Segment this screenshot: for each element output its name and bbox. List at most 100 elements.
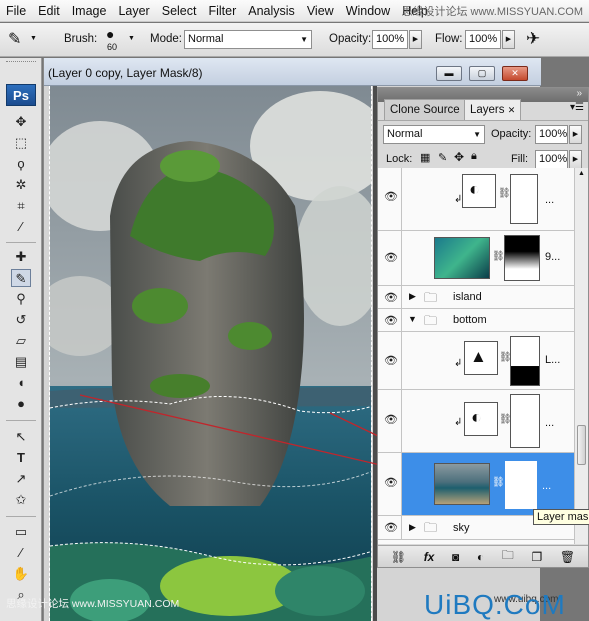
move-icon[interactable]: ✥ xyxy=(11,113,31,131)
flow-field[interactable]: 100% xyxy=(465,30,501,49)
adjustment-icon: ◐ xyxy=(471,407,482,427)
chevron-right-icon[interactable]: ▶ xyxy=(409,522,416,533)
tool-preset-arrow-icon[interactable]: ▼ xyxy=(30,35,37,42)
document-title: (Layer 0 copy, Layer Mask/8) xyxy=(48,66,203,80)
history-brush-icon[interactable]: ↺ xyxy=(11,311,31,329)
visibility-eye-icon[interactable]: 👁︎ xyxy=(384,291,398,304)
layer-row[interactable]: 👁︎ ↲ ◐ ⛓ ... xyxy=(378,168,574,231)
menu-layer[interactable]: Layer xyxy=(112,0,155,22)
fill-arrow-icon[interactable]: ▶ xyxy=(569,150,582,169)
eyedropper-icon[interactable]: ∕ xyxy=(11,218,31,236)
image-canvas[interactable] xyxy=(49,86,372,621)
opacity-label: Opacity: xyxy=(329,33,372,45)
magic-wand-icon[interactable]: ✲ xyxy=(11,176,31,194)
visibility-eye-icon[interactable]: 👁︎ xyxy=(384,251,398,264)
fill-field[interactable]: 100% xyxy=(535,150,568,169)
lock-all-icon[interactable]: 🔒︎ xyxy=(471,150,477,163)
panel-menu-icon[interactable]: ▾☰ xyxy=(570,102,584,113)
mask-thumb xyxy=(505,461,537,509)
layers-list: 👁︎ ↲ ◐ ⛓ ... 👁︎ ⛓ 9... 👁︎ ▶ 🗀 island 👁︎ … xyxy=(378,168,574,544)
lock-transparent-icon[interactable]: ▦ xyxy=(420,151,430,164)
visibility-eye-icon[interactable]: 👁︎ xyxy=(384,413,398,426)
scroll-up-icon[interactable]: ▲ xyxy=(578,170,585,177)
opacity-arrow-icon[interactable]: ▶ xyxy=(409,30,422,49)
fx-icon[interactable]: fx xyxy=(424,550,435,564)
visibility-eye-icon[interactable]: 👁︎ xyxy=(384,354,398,367)
eraser-icon[interactable]: ▱ xyxy=(11,332,31,350)
minimize-button[interactable]: ▬ xyxy=(436,66,462,81)
close-button[interactable]: ✕ xyxy=(502,66,528,81)
chevron-down-icon[interactable]: ▼ xyxy=(408,314,417,324)
blur-icon[interactable]: ◖ xyxy=(11,374,31,392)
maximize-button[interactable]: ▢ xyxy=(469,66,495,81)
brush-tool-icon[interactable]: ✎ xyxy=(8,29,21,49)
layer-row[interactable]: 👁︎ ↲ ▲ ⛓ L... xyxy=(378,332,574,390)
tab-layers[interactable]: Layers ✕ xyxy=(464,99,522,120)
link-icon[interactable]: ⛓ xyxy=(391,550,406,564)
layer-row[interactable]: 👁︎ ⛓ 9... xyxy=(378,231,574,286)
brush-picker-arrow-icon[interactable]: ▼ xyxy=(128,35,135,42)
brush-icon[interactable]: ✎ xyxy=(11,269,31,287)
menu-analysis[interactable]: Analysis xyxy=(242,0,301,22)
path-select-icon[interactable]: ↖ xyxy=(11,428,31,446)
layers-scrollbar[interactable]: ▲ xyxy=(574,168,588,544)
menu-edit[interactable]: Edit xyxy=(32,0,66,22)
watermark-bottom-right: UiBQ.CoM xyxy=(424,589,566,620)
flow-arrow-icon[interactable]: ▶ xyxy=(502,30,515,49)
chevron-down-icon: ▼ xyxy=(473,130,481,139)
menu-image[interactable]: Image xyxy=(66,0,113,22)
layer-opacity-arrow-icon[interactable]: ▶ xyxy=(569,125,582,144)
blend-mode-select[interactable]: Normal ▼ xyxy=(383,125,485,144)
dodge-icon[interactable]: ● xyxy=(11,395,31,413)
folder-icon: 🗀 xyxy=(424,313,438,328)
trash-icon[interactable]: 🗑︎ xyxy=(560,550,575,564)
layer-row[interactable]: 👁︎ ▼ 🗀 bottom xyxy=(378,309,574,332)
layer-name: ... xyxy=(542,480,552,492)
fill-label: Fill: xyxy=(511,153,529,165)
layer-row-selected[interactable]: 👁︎ ⛓ ... xyxy=(378,453,574,516)
tools-panel: Ps ✥ ⬚ ϙ ✲ ⌗ ∕ ✚ ✎ ⚲ ↺ ▱ ▤ ◖ ● ↖ T ↗ ✩ ▭… xyxy=(0,58,42,621)
layer-opacity-field[interactable]: 100% xyxy=(535,125,568,144)
mask-icon[interactable]: ◙ xyxy=(452,550,459,564)
hand-icon[interactable]: ✋ xyxy=(11,565,31,583)
direct-select-icon[interactable]: ↗ xyxy=(11,470,31,488)
notes-icon[interactable]: ▭ xyxy=(11,523,31,541)
document-titlebar[interactable]: (Layer 0 copy, Layer Mask/8) ▬ ▢ ✕ xyxy=(44,58,541,86)
eyedropper2-icon[interactable]: ⁄ xyxy=(11,544,31,562)
gradient-icon[interactable]: ▤ xyxy=(11,353,31,371)
lock-position-icon[interactable]: ✥ xyxy=(454,150,464,164)
lasso-icon[interactable]: ϙ xyxy=(11,155,31,173)
menu-file[interactable]: File xyxy=(0,0,32,22)
menu-select[interactable]: Select xyxy=(156,0,203,22)
brush-preview-icon[interactable]: ● xyxy=(106,26,114,42)
opacity-field[interactable]: 100% xyxy=(372,30,408,49)
scroll-thumb[interactable] xyxy=(577,425,586,465)
layer-row[interactable]: 👁︎ ↲ ◐ ⛓ ... xyxy=(378,390,574,453)
lock-image-icon[interactable]: ✎ xyxy=(438,151,447,164)
close-icon[interactable]: ✕ xyxy=(508,105,516,115)
layer-name: ... xyxy=(545,194,555,206)
layer-row[interactable]: 👁︎ ▶ 🗀 island xyxy=(378,286,574,309)
chevron-right-icon[interactable]: ▶ xyxy=(409,291,416,302)
adjustment-icon[interactable]: ◐ xyxy=(477,550,484,564)
mode-select[interactable]: Normal ▼ xyxy=(184,30,312,49)
healing-icon[interactable]: ✚ xyxy=(11,248,31,266)
menu-view[interactable]: View xyxy=(301,0,340,22)
menu-filter[interactable]: Filter xyxy=(202,0,242,22)
clone-stamp-icon[interactable]: ⚲ xyxy=(11,290,31,308)
visibility-eye-icon[interactable]: 👁︎ xyxy=(384,314,398,327)
new-layer-icon[interactable]: ❐ xyxy=(531,550,542,564)
folder-icon[interactable]: 🗀 xyxy=(502,546,514,567)
tab-clone-source[interactable]: Clone Source xyxy=(384,99,466,120)
visibility-eye-icon[interactable]: 👁︎ xyxy=(384,476,398,489)
visibility-eye-icon[interactable]: 👁︎ xyxy=(384,521,398,534)
tools-grip[interactable] xyxy=(6,61,36,66)
shape-icon[interactable]: ✩ xyxy=(11,491,31,509)
airbrush-icon[interactable]: ✈ xyxy=(526,29,540,49)
type-icon[interactable]: T xyxy=(11,449,31,467)
crop-icon[interactable]: ⌗ xyxy=(11,197,31,215)
tool-separator xyxy=(6,420,36,421)
menu-window[interactable]: Window xyxy=(340,0,396,22)
marquee-icon[interactable]: ⬚ xyxy=(11,134,31,152)
visibility-eye-icon[interactable]: 👁︎ xyxy=(384,190,398,203)
